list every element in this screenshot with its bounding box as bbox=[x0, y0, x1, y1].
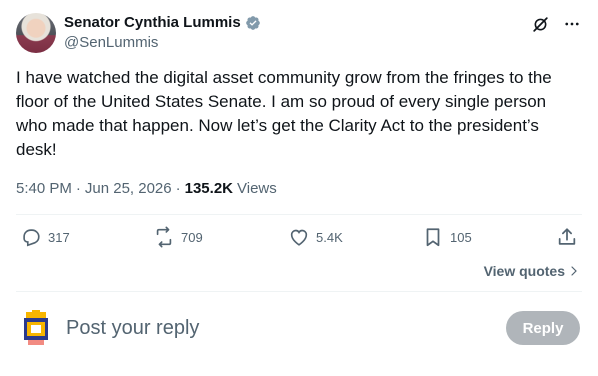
more-icon[interactable] bbox=[562, 14, 582, 34]
reply-composer: Post your reply Reply bbox=[16, 304, 582, 356]
author-avatar[interactable] bbox=[16, 13, 56, 53]
retweet-button[interactable]: 709 bbox=[153, 226, 203, 248]
tweet-time[interactable]: 5:40 PM bbox=[16, 180, 72, 197]
reply-button[interactable]: 317 bbox=[20, 226, 70, 248]
reply-icon bbox=[23, 229, 40, 247]
heart-icon bbox=[290, 229, 308, 246]
reply-input[interactable]: Post your reply bbox=[66, 317, 199, 340]
reply-submit-button[interactable]: Reply bbox=[506, 311, 580, 345]
tweet-date[interactable]: Jun 25, 2026 bbox=[85, 180, 172, 197]
bookmark-icon bbox=[426, 228, 440, 247]
header-actions bbox=[530, 14, 582, 34]
author-display-name[interactable]: Senator Cynthia Lummis bbox=[64, 14, 241, 31]
meta-separator: · bbox=[175, 180, 181, 197]
author-name-row: Senator Cynthia Lummis bbox=[64, 14, 261, 31]
share-icon bbox=[558, 228, 576, 245]
retweet-icon bbox=[156, 226, 172, 248]
grok-icon[interactable] bbox=[530, 14, 550, 34]
meta-separator: · bbox=[75, 180, 81, 197]
views-count[interactable]: 135.2K bbox=[185, 180, 233, 197]
retweet-count: 709 bbox=[181, 229, 203, 245]
share-button[interactable] bbox=[556, 226, 578, 248]
user-avatar[interactable] bbox=[22, 310, 50, 346]
divider bbox=[16, 291, 582, 292]
reply-count: 317 bbox=[48, 229, 70, 245]
view-quotes-label: View quotes bbox=[483, 263, 565, 279]
tweet-meta: 5:40 PM · Jun 25, 2026 · 135.2K Views bbox=[16, 180, 277, 197]
tweet-header: Senator Cynthia Lummis @SenLummis bbox=[16, 12, 582, 56]
tweet-text: I have watched the digital asset communi… bbox=[16, 68, 552, 159]
verified-badge-icon[interactable] bbox=[245, 15, 261, 31]
action-bar: 317 709 5.4K 105 bbox=[16, 226, 582, 254]
like-button[interactable]: 5.4K bbox=[288, 226, 343, 248]
views-label: Views bbox=[237, 180, 277, 197]
bookmark-button[interactable]: 105 bbox=[422, 226, 472, 248]
divider bbox=[16, 214, 582, 215]
author-handle[interactable]: @SenLummis bbox=[64, 34, 158, 51]
bookmark-count: 105 bbox=[450, 229, 472, 245]
like-count: 5.4K bbox=[316, 229, 343, 245]
view-quotes-link[interactable]: View quotes bbox=[484, 263, 580, 279]
chevron-right-icon bbox=[571, 266, 577, 276]
